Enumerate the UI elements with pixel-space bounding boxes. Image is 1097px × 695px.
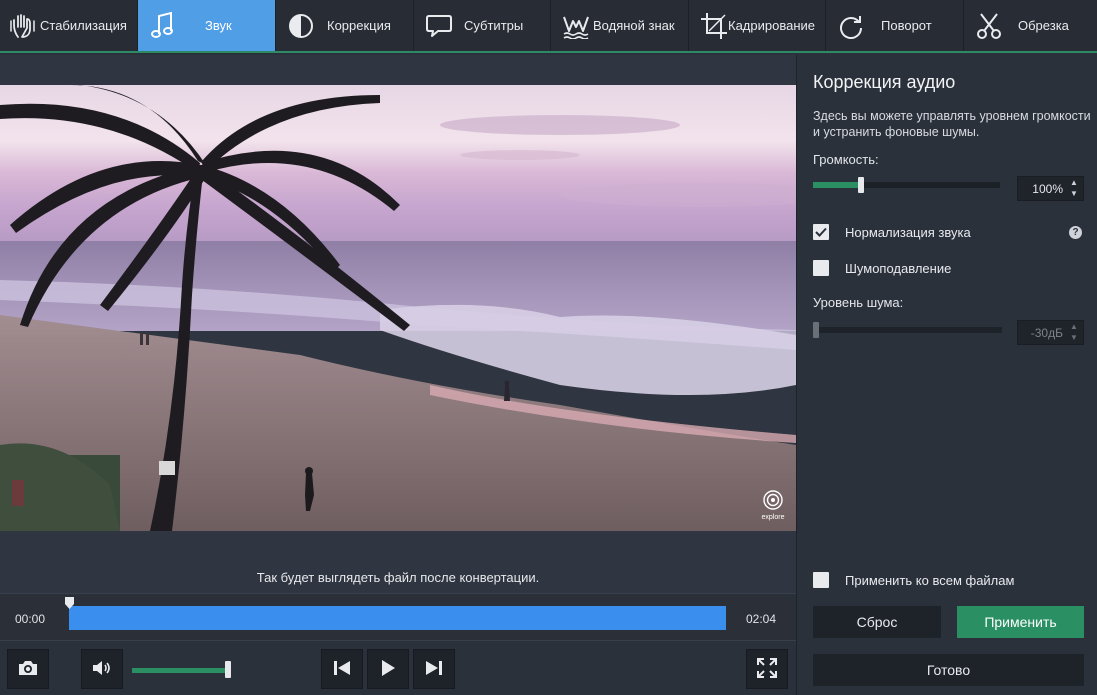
tab-watermark[interactable]: Водяной знак <box>551 0 689 51</box>
tab-stabilization[interactable]: Стабилизация <box>0 0 138 51</box>
noise-level-spinbox[interactable]: -30дБ ▲ ▼ <box>1017 320 1084 345</box>
audio-correction-panel: Коррекция аудио Здесь вы можете управлят… <box>796 55 1097 695</box>
snapshot-button[interactable] <box>7 649 49 689</box>
noise-level-knob[interactable] <box>813 322 819 338</box>
tab-trim[interactable]: Обрезка <box>964 0 1097 51</box>
watermark-icon <box>561 11 591 41</box>
speech-bubble-icon <box>424 11 454 41</box>
tab-crop[interactable]: Кадрирование <box>689 0 826 51</box>
noise-level-value: -30дБ <box>1030 326 1063 340</box>
tab-label: Стабилизация <box>40 18 127 33</box>
effects-toolbar: Стабилизация Звук Коррекция Субтитры Вод… <box>0 0 1097 53</box>
tab-label: Звук <box>205 18 232 33</box>
tab-label: Водяной знак <box>593 18 675 33</box>
speaker-icon <box>91 659 113 680</box>
apply-all-label: Применить ко всем файлам <box>845 572 1015 588</box>
reset-button[interactable]: Сброс <box>813 606 941 638</box>
noise-level-label: Уровень шума: <box>813 295 904 310</box>
checkmark-icon <box>815 227 827 237</box>
tab-correction[interactable]: Коррекция <box>276 0 414 51</box>
skip-next-icon <box>424 659 444 680</box>
playhead-marker[interactable] <box>64 596 75 610</box>
time-end: 02:04 <box>746 612 777 626</box>
volume-slider-knob[interactable] <box>225 661 231 678</box>
panel-title: Коррекция аудио <box>813 72 956 92</box>
spin-up-icon[interactable]: ▲ <box>1069 178 1079 188</box>
play-button[interactable] <box>367 649 409 689</box>
noise-reduction-row[interactable]: Шумоподавление <box>813 259 951 277</box>
fullscreen-button[interactable] <box>746 649 788 689</box>
spin-up-icon[interactable]: ▲ <box>1069 322 1079 332</box>
scissors-icon <box>974 11 1004 41</box>
preview-caption: Так будет выглядеть файл после конвертац… <box>256 570 540 585</box>
camera-icon <box>17 659 39 680</box>
tab-label: Поворот <box>881 18 932 33</box>
tab-label: Обрезка <box>1018 18 1069 33</box>
noise-level-slider[interactable] <box>813 322 1002 338</box>
noise-reduction-label: Шумоподавление <box>845 260 952 276</box>
audio-volume-slider[interactable] <box>813 177 1000 193</box>
apply-all-row[interactable]: Применить ко всем файлам <box>813 571 1014 589</box>
previous-button[interactable] <box>321 649 363 689</box>
tab-rotate[interactable]: Поворот <box>826 0 964 51</box>
normalize-label: Нормализация звука <box>845 224 971 240</box>
noise-reduction-checkbox[interactable] <box>813 260 829 276</box>
spin-down-icon[interactable]: ▼ <box>1069 189 1079 199</box>
audio-volume-knob[interactable] <box>858 177 864 193</box>
next-button[interactable] <box>413 649 455 689</box>
rotate-icon <box>836 11 866 41</box>
watermark-logo: explore <box>760 489 786 523</box>
play-icon <box>379 659 397 680</box>
video-preview[interactable]: explore <box>0 85 796 531</box>
volume-label: Громкость: <box>813 152 879 167</box>
tab-sound[interactable]: Звук <box>138 0 276 51</box>
normalize-checkbox[interactable] <box>813 224 829 240</box>
volume-slider-track[interactable] <box>132 668 230 673</box>
apply-button[interactable]: Применить <box>957 606 1084 638</box>
hand-stabilize-icon <box>8 11 38 41</box>
apply-all-checkbox[interactable] <box>813 572 829 588</box>
audio-volume-fill <box>813 182 861 188</box>
watermark-text: explore <box>761 514 785 521</box>
normalize-checkbox-row[interactable]: Нормализация звука <box>813 223 971 241</box>
fullscreen-icon <box>756 657 778 682</box>
tab-label: Кадрирование <box>728 18 816 33</box>
spin-down-icon[interactable]: ▼ <box>1069 333 1079 343</box>
done-button[interactable]: Готово <box>813 654 1084 686</box>
skip-previous-icon <box>332 659 352 680</box>
volume-value: 100% <box>1032 182 1063 196</box>
crop-icon <box>699 11 729 41</box>
volume-button[interactable] <box>81 649 123 689</box>
volume-spinbox[interactable]: 100% ▲ ▼ <box>1017 176 1084 201</box>
preview-area: explore Так будет выглядеть файл после к… <box>0 55 796 593</box>
panel-description: Здесь вы можете управлять уровнем громко… <box>813 109 1091 139</box>
help-icon[interactable]: ? <box>1069 226 1082 239</box>
playback-controls <box>0 640 796 695</box>
tab-label: Субтитры <box>464 18 524 33</box>
music-note-icon <box>148 11 178 41</box>
timeline: 00:00 02:04 <box>0 593 796 640</box>
tab-subtitles[interactable]: Субтитры <box>414 0 551 51</box>
contrast-icon <box>286 11 316 41</box>
timeline-track[interactable] <box>69 606 726 630</box>
time-start: 00:00 <box>15 612 46 626</box>
tab-label: Коррекция <box>327 18 391 33</box>
